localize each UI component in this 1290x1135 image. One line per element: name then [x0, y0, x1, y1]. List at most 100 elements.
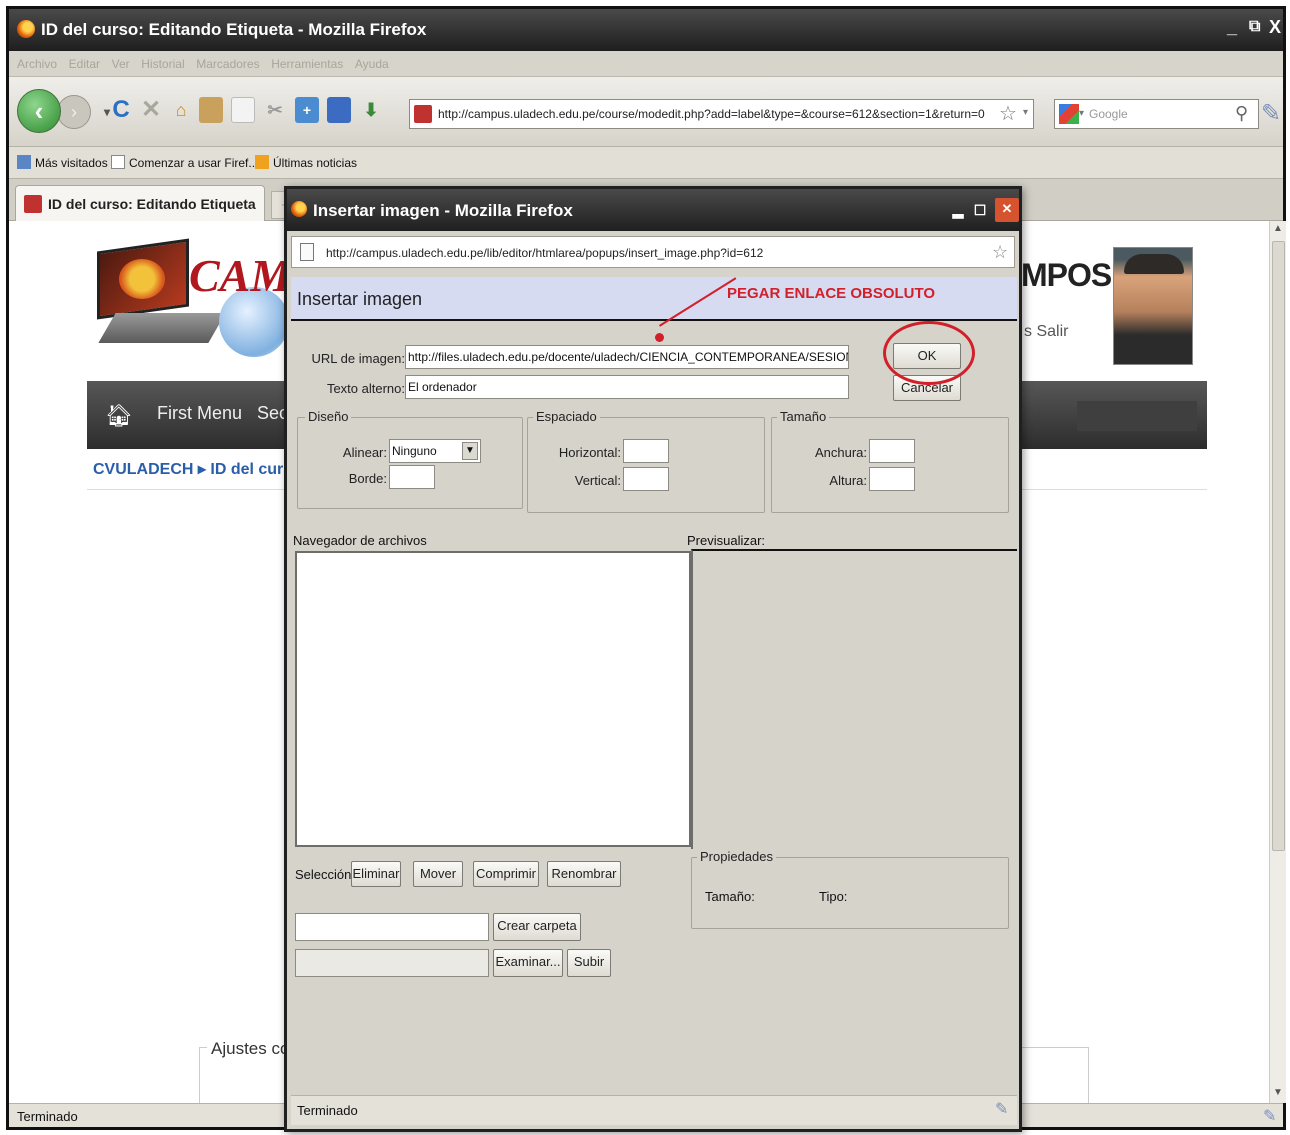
- renombrar-button[interactable]: Renombrar: [547, 861, 621, 887]
- seleccion-label: Selección:: [295, 867, 355, 882]
- home-icon[interactable]: ⌂: [169, 97, 193, 123]
- crear-carpeta-button[interactable]: Crear carpeta: [493, 913, 581, 941]
- scrollbar-thumb[interactable]: [1272, 241, 1285, 851]
- reload-icon[interactable]: C: [109, 97, 133, 123]
- horizontal-label: Horizontal:: [558, 445, 621, 460]
- menu-ayuda[interactable]: Ayuda: [355, 57, 389, 71]
- cut-icon[interactable]: ✂: [263, 97, 287, 123]
- close-icon[interactable]: X: [1269, 17, 1281, 38]
- clipboard-icon[interactable]: [199, 97, 223, 123]
- browser-titlebar: ID del curso: Editando Etiqueta - Mozill…: [9, 9, 1283, 51]
- laptop-keyboard: [98, 313, 226, 343]
- bookmarks-bar: Más visitados Comenzar a usar Firef... Ú…: [9, 147, 1283, 179]
- vertical-scrollbar[interactable]: ▲ ▼: [1269, 221, 1286, 1103]
- annotation-dot: [655, 333, 664, 342]
- search-input[interactable]: Google: [1089, 107, 1128, 121]
- file-browser-label: Navegador de archivos: [293, 533, 427, 548]
- scroll-up-icon[interactable]: ▲: [1272, 223, 1284, 237]
- espaciado-legend: Espaciado: [533, 409, 600, 424]
- browser-menubar: Archivo Editar Ver Historial Marcadores …: [9, 51, 1283, 77]
- window-title: ID del curso: Editando Etiqueta - Mozill…: [41, 20, 427, 39]
- espaciado-fieldset: [527, 417, 765, 513]
- menu-archivo[interactable]: Archivo: [17, 57, 57, 71]
- dialog-maximize-icon[interactable]: ☐: [971, 200, 989, 220]
- bookmark-comenzar[interactable]: Comenzar a usar Firef...: [111, 155, 258, 170]
- subir-button[interactable]: Subir: [567, 949, 611, 977]
- alinear-select[interactable]: Ninguno ▼: [389, 439, 481, 463]
- quill-icon: ✎: [995, 1101, 1009, 1118]
- minimize-icon[interactable]: _: [1227, 17, 1237, 38]
- stop-icon[interactable]: ✕: [139, 97, 163, 123]
- diseno-legend: Diseño: [305, 409, 352, 424]
- url-label: URL de imagen:: [311, 351, 405, 366]
- examinar-button[interactable]: Examinar...: [493, 949, 563, 977]
- altura-label: Altura:: [829, 473, 867, 488]
- dialog-statusbar: Terminado ✎: [291, 1095, 1017, 1125]
- horizontal-input[interactable]: [623, 439, 669, 463]
- dialog-titlebar: Insertar imagen - Mozilla Firefox ▂ ☐ ✕: [287, 189, 1019, 231]
- dialog-heading: Insertar imagen: [297, 289, 423, 309]
- annotation-circle: [883, 321, 975, 385]
- address-url[interactable]: http://campus.uladech.edu.pe/course/mode…: [438, 107, 985, 121]
- propiedades-legend: Propiedades: [697, 849, 776, 864]
- menu-first[interactable]: First Menu: [157, 403, 242, 424]
- bookmark-label: Comenzar a usar Firef...: [129, 156, 259, 170]
- tamano-legend: Tamaño: [777, 409, 830, 424]
- salir-link[interactable]: s Salir: [1024, 323, 1068, 341]
- dialog-url: http://campus.uladech.edu.pe/lib/editor/…: [326, 246, 764, 260]
- bookmark-label: Más visitados: [35, 156, 108, 170]
- menu-ver[interactable]: Ver: [112, 57, 130, 71]
- menu-editar[interactable]: Editar: [69, 57, 100, 71]
- bookmark-mas-visitados[interactable]: Más visitados: [17, 155, 108, 170]
- alt-text-input[interactable]: El ordenador: [405, 375, 849, 399]
- dialog-close-icon[interactable]: ✕: [995, 198, 1019, 222]
- home-icon[interactable]: 🏠︎: [105, 403, 133, 429]
- star-icon[interactable]: ☆: [999, 101, 1017, 126]
- google-icon: [1059, 104, 1079, 124]
- image-url-input[interactable]: http://files.uladech.edu.pe/docente/ulad…: [405, 345, 849, 369]
- borde-input[interactable]: [389, 465, 435, 489]
- download-icon[interactable]: ⬇: [359, 97, 383, 123]
- eliminar-button[interactable]: Eliminar: [351, 861, 401, 887]
- bookmark-ultimas-noticias[interactable]: Últimas noticias: [255, 155, 357, 170]
- page-icon: [300, 243, 314, 261]
- anchura-label: Anchura:: [814, 445, 867, 460]
- menu-search-box[interactable]: [1077, 401, 1197, 431]
- menu-historial[interactable]: Historial: [141, 57, 184, 71]
- url-dropdown-icon[interactable]: ▾: [1023, 107, 1028, 118]
- scroll-down-icon[interactable]: ▼: [1272, 1087, 1284, 1101]
- altura-input[interactable]: [869, 467, 915, 491]
- copy-icon[interactable]: [231, 97, 255, 123]
- restore-icon[interactable]: ⧉: [1249, 18, 1260, 36]
- bookmark-icon[interactable]: [327, 97, 351, 123]
- tab-editando-etiqueta[interactable]: ID del curso: Editando Etiqueta: [15, 185, 265, 221]
- menu-marcadores[interactable]: Marcadores: [196, 57, 259, 71]
- forward-icon[interactable]: ›: [57, 95, 91, 129]
- search-icon[interactable]: ⚲: [1235, 103, 1248, 124]
- diseno-fieldset: [297, 417, 523, 509]
- propiedades-tamano-label: Tamaño:: [705, 889, 755, 904]
- dialog-title: Insertar imagen - Mozilla Firefox: [313, 201, 573, 220]
- rss-icon: [255, 155, 269, 169]
- quill-icon: ✎: [1261, 100, 1282, 127]
- new-folder-input[interactable]: [295, 913, 489, 941]
- menu-herramientas[interactable]: Herramientas: [271, 57, 343, 71]
- paste-icon[interactable]: +: [295, 97, 319, 123]
- anchura-input[interactable]: [869, 439, 915, 463]
- mover-button[interactable]: Mover: [413, 861, 463, 887]
- comprimir-button[interactable]: Comprimir: [473, 861, 539, 887]
- file-upload-input[interactable]: [295, 949, 489, 977]
- uladech-logo: [119, 259, 165, 299]
- borde-label: Borde:: [348, 471, 387, 486]
- file-browser-panel[interactable]: [295, 551, 691, 847]
- search-box[interactable]: ▾ Google ⚲: [1054, 99, 1259, 129]
- back-icon[interactable]: ‹: [17, 89, 61, 133]
- dialog-minimize-icon[interactable]: ▂: [949, 200, 967, 220]
- chevron-down-icon[interactable]: ▼: [462, 442, 478, 460]
- search-engine-dropdown-icon[interactable]: ▾: [1079, 108, 1084, 119]
- alinear-label: Alinear:: [342, 445, 387, 460]
- dialog-address-bar[interactable]: http://campus.uladech.edu.pe/lib/editor/…: [291, 236, 1015, 268]
- address-bar[interactable]: http://campus.uladech.edu.pe/course/mode…: [409, 99, 1034, 129]
- star-icon[interactable]: ☆: [992, 242, 1008, 263]
- vertical-input[interactable]: [623, 467, 669, 491]
